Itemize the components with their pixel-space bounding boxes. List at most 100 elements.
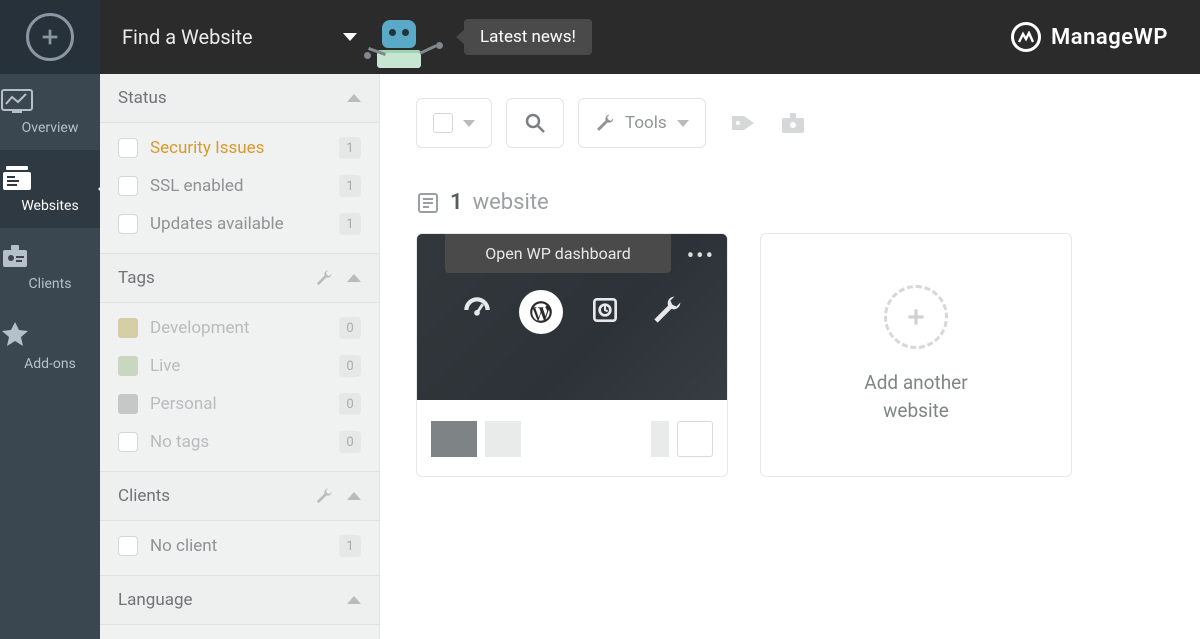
filter-label: SSL enabled: [150, 176, 339, 196]
nav-clients[interactable]: Clients: [0, 228, 100, 306]
nav-label: Add-ons: [24, 356, 76, 372]
filter-label: No tags: [150, 432, 339, 452]
tag-swatch: [118, 356, 138, 376]
brand-logo-icon: [1011, 22, 1041, 52]
placeholder: [485, 421, 521, 457]
caret-up-icon: [347, 492, 361, 500]
filter-label: Security Issues: [150, 138, 339, 158]
checkbox[interactable]: [118, 138, 138, 158]
latest-news-button[interactable]: Latest news!: [464, 19, 592, 55]
filter-tag-live[interactable]: Live 0: [100, 347, 379, 385]
placeholder: [651, 421, 669, 457]
count-badge: 1: [339, 175, 361, 197]
more-menu-icon[interactable]: •••: [687, 244, 715, 269]
filter-label: Personal: [150, 394, 339, 414]
addons-icon: [0, 320, 100, 350]
wrench-icon: [595, 113, 615, 133]
checkbox[interactable]: [433, 113, 453, 133]
count-badge: 0: [339, 317, 361, 339]
count-badge: 1: [339, 137, 361, 159]
filter-label: No client: [150, 536, 339, 556]
backup-icon[interactable]: [585, 290, 625, 330]
nav-label: Websites: [21, 198, 78, 214]
main-content: Tools 1 website: [380, 74, 1200, 639]
checkbox[interactable]: [118, 536, 138, 556]
count-badge: 0: [339, 355, 361, 377]
filter-label: Live: [150, 356, 339, 376]
count-badge: 0: [339, 393, 361, 415]
search-button[interactable]: [506, 98, 564, 148]
filter-tag-development[interactable]: Development 0: [100, 309, 379, 347]
section-title: Tags: [118, 268, 155, 288]
nav-label: Overview: [22, 120, 79, 136]
select-all-dropdown[interactable]: [416, 98, 492, 148]
tools-label: Tools: [625, 113, 667, 133]
count-badge: 0: [339, 431, 361, 453]
checkbox[interactable]: [118, 176, 138, 196]
section-title: Language: [118, 590, 193, 610]
count-badge: 1: [339, 535, 361, 557]
filter-updates-available[interactable]: Updates available 1: [100, 205, 379, 243]
tag-swatch: [118, 394, 138, 414]
wordpress-icon[interactable]: [519, 290, 563, 334]
tools-dropdown[interactable]: Tools: [578, 98, 706, 148]
caret-up-icon: [347, 274, 361, 282]
find-website-label: Find a Website: [122, 25, 253, 49]
count-badge: 1: [339, 213, 361, 235]
nav-overview[interactable]: Overview: [0, 74, 100, 150]
caret-down-icon: [343, 33, 357, 41]
filter-security-issues[interactable]: Security Issues 1: [100, 129, 379, 167]
search-icon: [523, 111, 547, 135]
top-bar: Find a Website Latest news! ManageWP: [100, 0, 1200, 74]
toolbar: Tools: [416, 74, 1164, 162]
tools-wrench-icon[interactable]: [647, 290, 687, 330]
caret-down-icon: [677, 120, 689, 127]
section-title: Status: [118, 88, 167, 108]
tag-icon[interactable]: [730, 110, 756, 136]
websites-icon: [0, 164, 100, 192]
checkbox[interactable]: [118, 432, 138, 452]
card-footer: [417, 400, 727, 477]
filter-ssl-enabled[interactable]: SSL enabled 1: [100, 167, 379, 205]
website-count: 1 website: [416, 162, 1164, 233]
dashboard-icon[interactable]: [457, 290, 497, 330]
caret-up-icon: [347, 94, 361, 102]
list-icon: [416, 191, 440, 215]
find-website-dropdown[interactable]: Find a Website: [100, 0, 380, 74]
wrench-icon[interactable]: [315, 487, 333, 505]
count-unit: website: [473, 190, 549, 215]
caret-up-icon: [347, 596, 361, 604]
add-button[interactable]: [0, 0, 100, 74]
section-title: Clients: [118, 486, 170, 506]
filter-client-none[interactable]: No client 1: [100, 527, 379, 565]
nav-websites[interactable]: Websites: [0, 150, 100, 228]
plus-dashed-icon: [884, 285, 948, 349]
section-status-header[interactable]: Status: [100, 74, 379, 123]
news-label: Latest news!: [480, 27, 576, 47]
checkbox[interactable]: [118, 214, 138, 234]
section-clients-header[interactable]: Clients: [100, 471, 379, 521]
wrench-icon[interactable]: [315, 269, 333, 287]
tooltip: Open WP dashboard: [445, 234, 671, 273]
primary-nav: Overview Websites Clients Add-ons: [0, 0, 100, 639]
section-tags-header[interactable]: Tags: [100, 253, 379, 303]
add-card-line1: Add another: [864, 369, 967, 398]
tag-swatch: [118, 318, 138, 338]
filter-tag-none[interactable]: No tags 0: [100, 423, 379, 461]
placeholder: [431, 421, 477, 457]
count-number: 1: [450, 190, 463, 215]
nav-label: Clients: [29, 276, 72, 292]
nav-addons[interactable]: Add-ons: [0, 306, 100, 386]
plus-icon: [26, 13, 74, 61]
client-assign-icon[interactable]: [780, 110, 806, 136]
section-language-header[interactable]: Language: [100, 575, 379, 625]
filter-tag-personal[interactable]: Personal 0: [100, 385, 379, 423]
clients-icon: [0, 242, 100, 270]
add-website-card[interactable]: Add another website: [760, 233, 1072, 477]
brand: ManageWP: [1011, 22, 1200, 52]
brand-name: ManageWP: [1051, 25, 1168, 50]
placeholder: [677, 421, 713, 457]
website-card[interactable]: Open WP dashboard •••: [416, 233, 728, 477]
filter-label: Development: [150, 318, 339, 338]
filter-label: Updates available: [150, 214, 339, 234]
